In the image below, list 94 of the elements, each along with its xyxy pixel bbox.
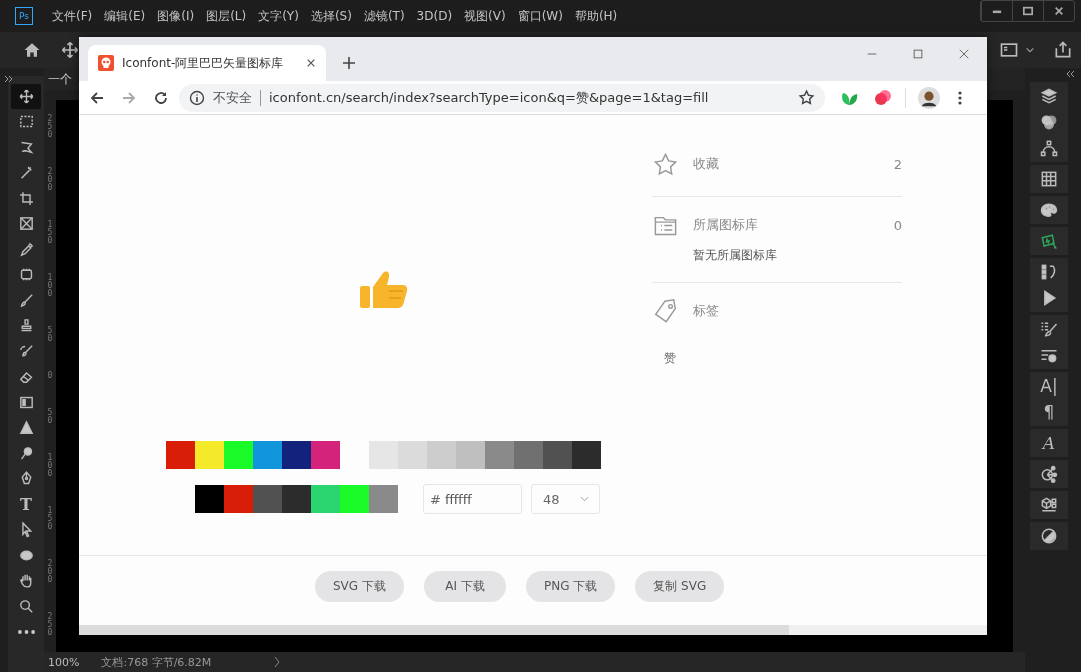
palette-panel-icon[interactable] xyxy=(1039,200,1059,220)
address-bar[interactable]: 不安全 iconfont.cn/search/index?searchType=icon&q=赞&page=1&tag=fill xyxy=(179,83,825,112)
color-swatch[interactable] xyxy=(253,441,282,469)
cube-panel-icon[interactable] xyxy=(1039,495,1059,515)
menu-item[interactable]: 帮助(H) xyxy=(574,7,618,25)
new-tab-icon[interactable] xyxy=(342,56,356,70)
reload-icon[interactable] xyxy=(153,89,169,106)
color-swatch[interactable] xyxy=(195,485,224,513)
menu-item[interactable]: 3D(D) xyxy=(416,9,453,23)
detail-label: 标签 xyxy=(693,302,719,320)
color-swatch[interactable] xyxy=(282,441,311,469)
swatches-panel-icon[interactable] xyxy=(1039,169,1059,189)
detail-note: 暂无所属图标库 xyxy=(693,247,778,264)
cursor-card-panel-icon[interactable] xyxy=(1039,231,1059,251)
download-button[interactable]: AI 下载 xyxy=(423,571,506,602)
tool-button[interactable] xyxy=(11,84,41,109)
chevron-icon[interactable] xyxy=(273,656,282,668)
download-button[interactable]: SVG 下载 xyxy=(315,571,404,602)
paths-panel-icon[interactable] xyxy=(1039,138,1059,158)
caret-icon xyxy=(580,496,589,502)
crop-tool-icon xyxy=(17,189,35,207)
color-swatch[interactable] xyxy=(427,441,456,469)
flower-extension-icon[interactable] xyxy=(873,87,893,108)
workspace-icon[interactable] xyxy=(999,40,1019,60)
color-swatch[interactable] xyxy=(311,485,340,513)
color-swatch[interactable] xyxy=(369,485,398,513)
size-select[interactable]: 48 xyxy=(531,484,600,514)
color-swatch[interactable] xyxy=(166,441,195,469)
app-logo[interactable]: Ps xyxy=(15,7,33,25)
detail-label: 收藏 xyxy=(693,155,719,173)
scrollbar[interactable] xyxy=(79,625,789,635)
close-icon[interactable] xyxy=(306,58,316,68)
caret-icon[interactable] xyxy=(1025,45,1035,55)
network-panel-icon[interactable] xyxy=(1039,464,1059,484)
color-swatch[interactable] xyxy=(398,441,427,469)
color-swatch[interactable] xyxy=(311,441,340,469)
tag-link[interactable]: 赞 xyxy=(664,351,676,365)
color-swatch[interactable] xyxy=(340,485,369,513)
color-swatch[interactable] xyxy=(282,485,311,513)
frame-tool-icon xyxy=(17,215,35,233)
close-icon[interactable] xyxy=(958,48,970,60)
menu-item[interactable]: 视图(V) xyxy=(464,7,506,25)
color-input-field[interactable]: # ffffff xyxy=(423,484,522,514)
bookmark-star-icon[interactable] xyxy=(798,89,815,106)
menu-item[interactable]: 文字(Y) xyxy=(258,7,299,25)
zoom-level[interactable]: 100% xyxy=(48,655,80,669)
menu-item[interactable]: 窗口(W) xyxy=(517,7,563,25)
tool-button[interactable]: T xyxy=(11,492,41,517)
collapse-icon[interactable] xyxy=(1065,70,1075,78)
document-tab[interactable]: 一个 xyxy=(48,70,72,88)
color-swatch[interactable] xyxy=(456,441,485,469)
layers-panel-icon[interactable] xyxy=(1039,86,1059,106)
tag-icon xyxy=(652,297,679,325)
color-swatch[interactable] xyxy=(572,441,601,469)
panel-button[interactable]: ¶ xyxy=(1043,402,1055,422)
detail-count: 2 xyxy=(893,156,902,172)
blur-tool-icon xyxy=(17,419,35,437)
skull-icon xyxy=(98,55,114,71)
brush-presets-panel-icon[interactable] xyxy=(1039,319,1059,339)
menu-item[interactable]: 图像(I) xyxy=(157,7,195,25)
channels-panel-icon[interactable] xyxy=(1039,112,1059,132)
panel-button[interactable]: A xyxy=(1042,433,1056,453)
menu-item[interactable]: 滤镜(T) xyxy=(363,7,405,25)
menu-item[interactable]: 文件(F) xyxy=(52,7,93,25)
menu-icon[interactable] xyxy=(958,89,962,106)
download-button[interactable]: 复制 SVG xyxy=(635,571,725,602)
panel-button[interactable]: A| xyxy=(1040,376,1058,396)
move-tool-icon xyxy=(17,87,35,105)
color-swatch[interactable] xyxy=(514,441,543,469)
maximize-icon[interactable] xyxy=(912,48,924,60)
info-icon[interactable] xyxy=(189,89,205,106)
color-swatch[interactable] xyxy=(253,485,282,513)
download-button[interactable]: PNG 下载 xyxy=(525,571,616,602)
menu-item[interactable]: 图层(L) xyxy=(206,7,247,25)
contrast-panel-icon[interactable] xyxy=(1039,526,1059,546)
detail-label: 所属图标库 xyxy=(693,216,758,234)
color-swatch[interactable] xyxy=(369,441,398,469)
back-icon[interactable] xyxy=(89,89,105,106)
star-icon xyxy=(652,150,679,178)
zoom-tool-icon xyxy=(17,597,35,615)
browser-tab[interactable]: Iconfont-阿里巴巴矢量图标库 xyxy=(88,45,326,81)
color-swatch[interactable] xyxy=(224,441,253,469)
document-size: 文档:768 字节/6.82M xyxy=(101,654,212,670)
color-swatch[interactable] xyxy=(543,441,572,469)
color-swatch[interactable] xyxy=(224,485,253,513)
more-tool-icon xyxy=(17,629,35,634)
menu-item[interactable]: 选择(S) xyxy=(310,7,352,25)
share-icon[interactable] xyxy=(1053,40,1073,60)
avatar-icon[interactable] xyxy=(918,86,940,109)
color-swatch[interactable] xyxy=(195,441,224,469)
menu-item[interactable]: 编辑(E) xyxy=(104,7,146,25)
move-icon[interactable] xyxy=(60,40,80,60)
detail-count: 0 xyxy=(893,217,902,233)
color-swatch[interactable] xyxy=(485,441,514,469)
